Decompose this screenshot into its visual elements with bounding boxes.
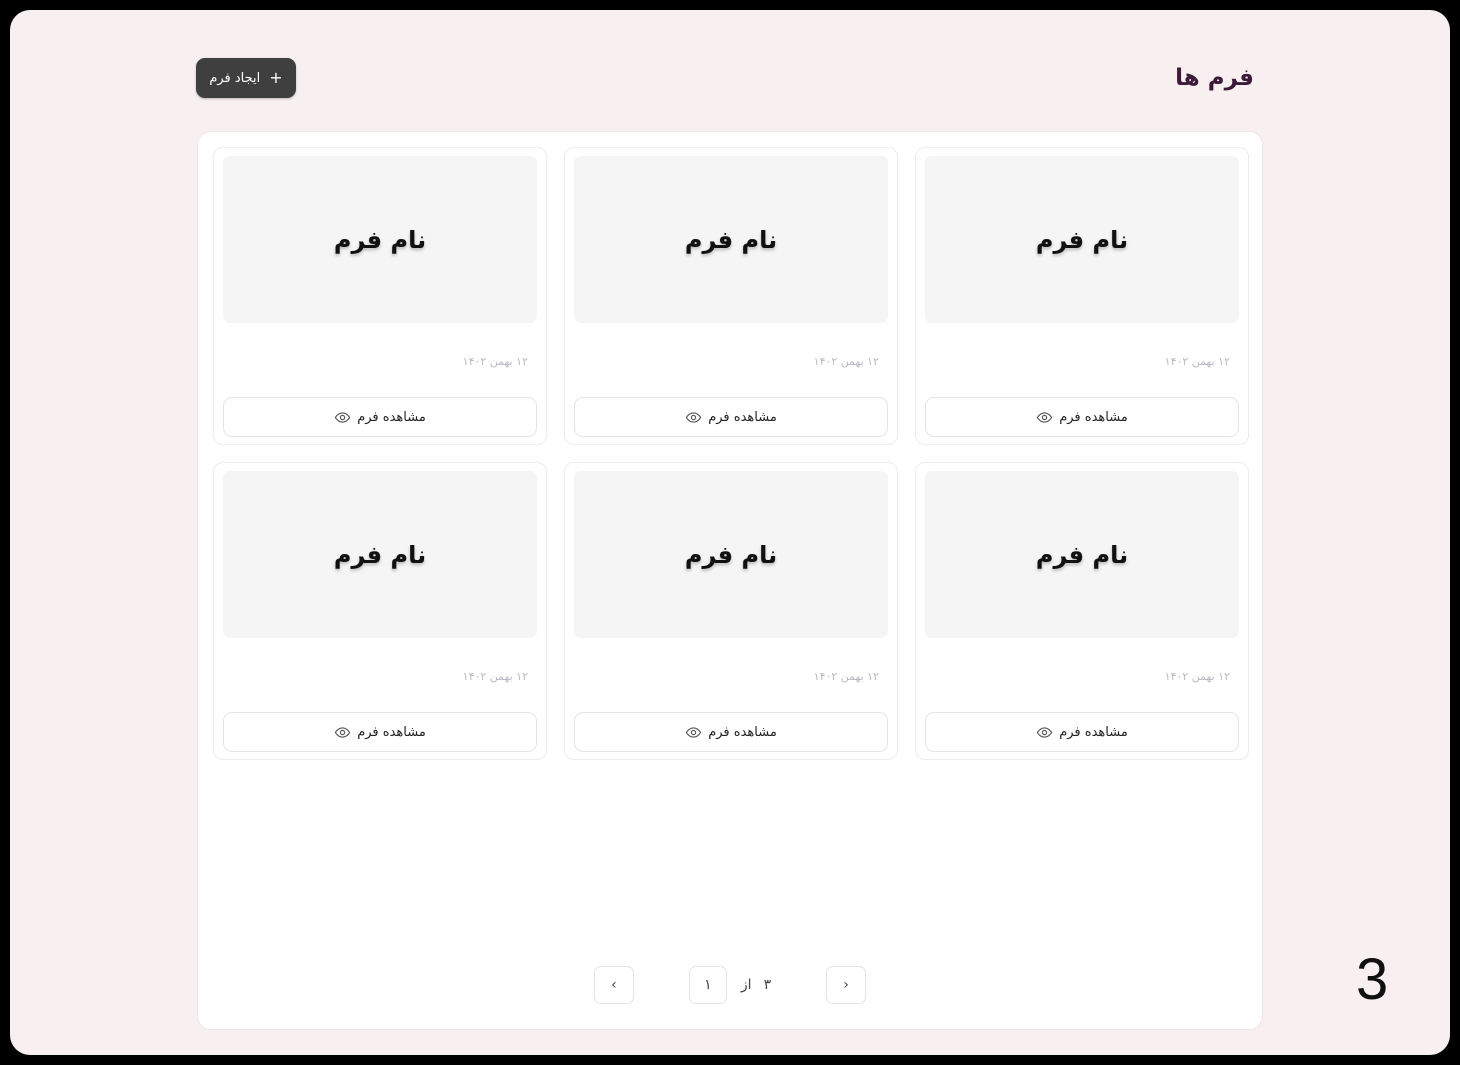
- form-card: نام فرم ۱۲ بهمن ۱۴۰۲ مشاهده فرم: [213, 147, 547, 445]
- form-date: ۱۲ بهمن ۱۴۰۲: [1164, 670, 1230, 683]
- form-date: ۱۲ بهمن ۱۴۰۲: [462, 355, 528, 368]
- prev-page-button[interactable]: ‹: [593, 966, 634, 1004]
- create-form-button[interactable]: + ایجاد فرم: [196, 58, 296, 98]
- form-title: نام فرم: [684, 540, 778, 569]
- form-title: نام فرم: [1035, 540, 1129, 569]
- plus-icon: +: [269, 68, 283, 87]
- form-card: نام فرم ۱۲ بهمن ۱۴۰۲ مشاهده فرم: [213, 462, 547, 760]
- current-page-input[interactable]: ۱: [688, 966, 727, 1004]
- chevron-left-icon: ‹: [611, 977, 617, 993]
- eye-icon: [334, 726, 351, 738]
- forms-panel: نام فرم ۱۲ بهمن ۱۴۰۲ مشاهده فرم نام فرم …: [197, 131, 1263, 1030]
- forms-grid: نام فرم ۱۲ بهمن ۱۴۰۲ مشاهده فرم نام فرم …: [213, 147, 1249, 760]
- create-form-label: ایجاد فرم: [209, 70, 261, 86]
- total-pages: ۳: [763, 977, 772, 993]
- form-thumbnail[interactable]: نام فرم: [925, 156, 1239, 323]
- form-card: نام فرم ۱۲ بهمن ۱۴۰۲ مشاهده فرم: [915, 147, 1249, 445]
- form-title: نام فرم: [684, 225, 778, 254]
- chevron-right-icon: ›: [843, 977, 849, 993]
- view-form-label: مشاهده فرم: [1059, 409, 1128, 425]
- eye-icon: [685, 411, 702, 423]
- form-title: نام فرم: [1035, 225, 1129, 254]
- form-date: ۱۲ بهمن ۱۴۰۲: [813, 355, 879, 368]
- view-form-button[interactable]: مشاهده فرم: [925, 712, 1239, 752]
- form-thumbnail[interactable]: نام فرم: [925, 471, 1239, 638]
- form-date: ۱۲ بهمن ۱۴۰۲: [1164, 355, 1230, 368]
- form-title: نام فرم: [333, 225, 427, 254]
- form-date: ۱۲ بهمن ۱۴۰۲: [813, 670, 879, 683]
- view-form-label: مشاهده فرم: [1059, 724, 1128, 740]
- page-indicator: ۱ از ۳: [688, 966, 772, 1004]
- eye-icon: [685, 726, 702, 738]
- form-thumbnail[interactable]: نام فرم: [223, 471, 537, 638]
- eye-icon: [1036, 411, 1053, 423]
- view-form-button[interactable]: مشاهده فرم: [223, 397, 537, 437]
- eye-icon: [334, 411, 351, 423]
- view-form-label: مشاهده فرم: [357, 724, 426, 740]
- view-form-button[interactable]: مشاهده فرم: [223, 712, 537, 752]
- view-form-label: مشاهده فرم: [357, 409, 426, 425]
- form-card: نام فرم ۱۲ بهمن ۱۴۰۲ مشاهده فرم: [915, 462, 1249, 760]
- pagination: ‹ ۱ از ۳ ›: [198, 965, 1262, 1005]
- view-form-label: مشاهده فرم: [708, 409, 777, 425]
- view-form-button[interactable]: مشاهده فرم: [574, 397, 888, 437]
- page-of-label: از: [740, 977, 752, 993]
- form-card: نام فرم ۱۲ بهمن ۱۴۰۲ مشاهده فرم: [564, 462, 898, 760]
- screen: فرم ها + ایجاد فرم نام فرم ۱۲ بهمن ۱۴۰۲ …: [10, 10, 1450, 1055]
- next-page-button[interactable]: ›: [826, 966, 867, 1004]
- view-form-button[interactable]: مشاهده فرم: [574, 712, 888, 752]
- form-thumbnail[interactable]: نام فرم: [574, 156, 888, 323]
- slide-number: 3: [1356, 947, 1389, 1012]
- page-header: فرم ها + ایجاد فرم: [196, 58, 1256, 98]
- form-card: نام فرم ۱۲ بهمن ۱۴۰۲ مشاهده فرم: [564, 147, 898, 445]
- device-frame: فرم ها + ایجاد فرم نام فرم ۱۲ بهمن ۱۴۰۲ …: [0, 0, 1460, 1065]
- view-form-label: مشاهده فرم: [708, 724, 777, 740]
- form-date: ۱۲ بهمن ۱۴۰۲: [462, 670, 528, 683]
- page-title: فرم ها: [1175, 65, 1254, 91]
- view-form-button[interactable]: مشاهده فرم: [925, 397, 1239, 437]
- form-thumbnail[interactable]: نام فرم: [574, 471, 888, 638]
- eye-icon: [1036, 726, 1053, 738]
- form-thumbnail[interactable]: نام فرم: [223, 156, 537, 323]
- form-title: نام فرم: [333, 540, 427, 569]
